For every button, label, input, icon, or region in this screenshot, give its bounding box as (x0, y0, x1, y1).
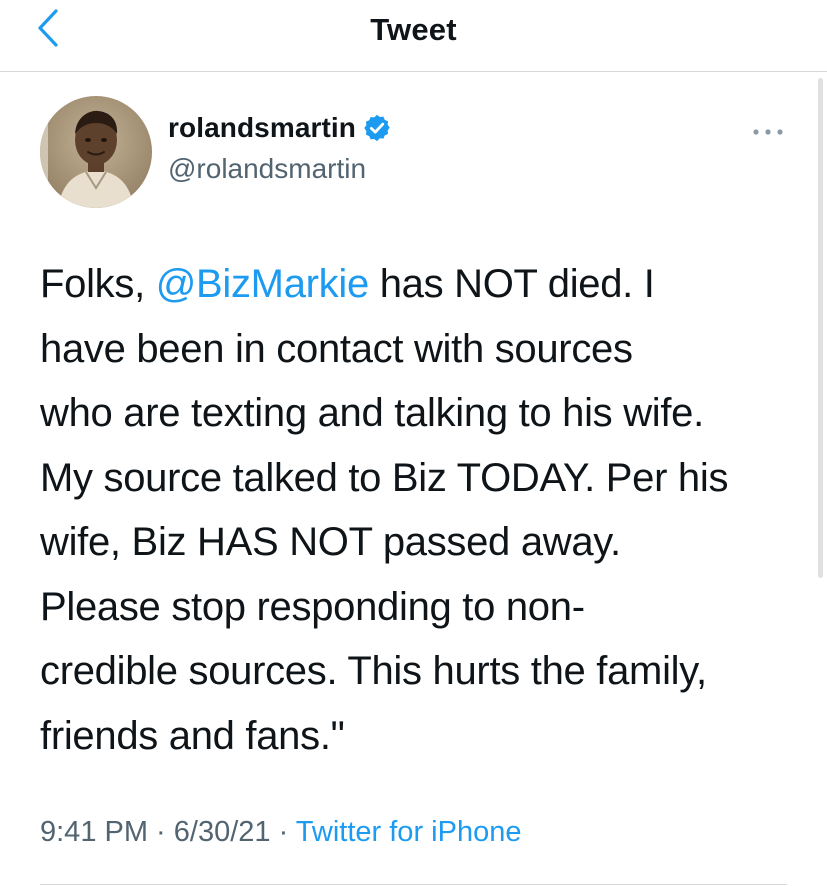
tweet-source-link[interactable]: Twitter for iPhone (296, 816, 522, 848)
separator: · (270, 816, 296, 848)
profile-photo-image (40, 96, 152, 208)
mention-link[interactable]: @BizMarkie (156, 262, 370, 306)
author-name-row[interactable]: rolandsmartin (168, 112, 392, 144)
tweet-metadata: 9:41 PM · 6/30/21 · Twitter for iPhone (40, 816, 521, 849)
tweet-line: Folks, @BizMarkie has NOT died. I (40, 252, 800, 317)
avatar[interactable] (40, 96, 152, 208)
tweet-text: Folks, @BizMarkie has NOT died. I have b… (40, 252, 800, 768)
tweet-text-segment: Folks, (40, 262, 156, 306)
tweet-line: Please stop responding to non- (40, 584, 585, 629)
tweet-line: have been in contact with sources (40, 326, 633, 371)
scrollbar[interactable] (818, 78, 823, 578)
tweet-text-segment: has NOT died. I (368, 262, 655, 306)
page-title: Tweet (370, 12, 457, 47)
tweet-time[interactable]: 9:41 PM (40, 816, 148, 848)
divider (40, 884, 787, 885)
tweet-line: My source talked to Biz TODAY. Per his (40, 455, 729, 500)
more-options-button[interactable] (746, 114, 790, 150)
separator: · (148, 816, 174, 848)
top-navigation-bar: Tweet (0, 0, 827, 72)
tweet-line: who are texting and talking to his wife. (40, 391, 704, 435)
tweet-line: credible sources. This hurts the family, (40, 649, 707, 693)
verified-badge-icon (362, 113, 392, 143)
tweet-date[interactable]: 6/30/21 (174, 816, 271, 848)
tweet-line: friends and fans." (40, 713, 345, 758)
more-horizontal-icon (753, 129, 783, 135)
tweet-line: wife, Biz HAS NOT passed away. (40, 520, 621, 564)
display-name[interactable]: rolandsmartin (168, 112, 356, 144)
user-handle[interactable]: @rolandsmartin (168, 153, 366, 185)
